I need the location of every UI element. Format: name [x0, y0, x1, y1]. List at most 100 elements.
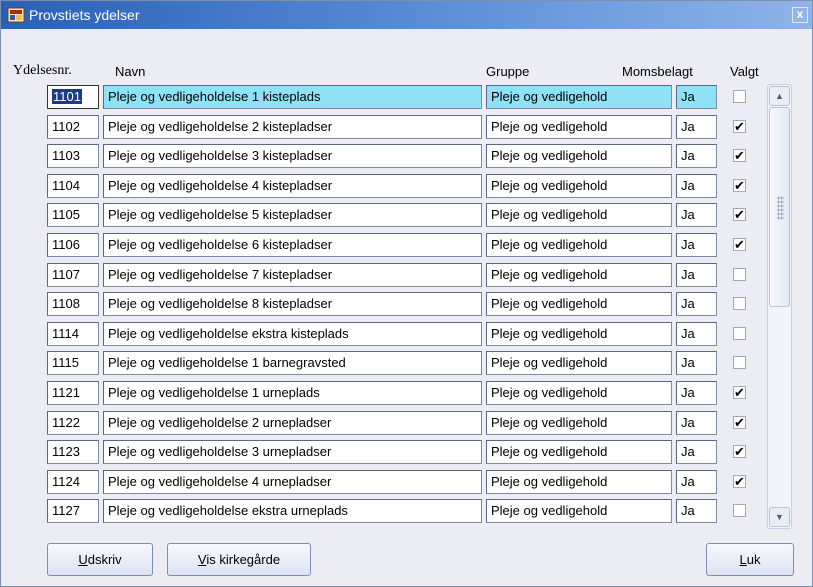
service-number-field[interactable]: 1124 — [47, 469, 99, 494]
vat-field[interactable]: Ja — [676, 499, 717, 524]
service-name-field[interactable]: Pleje og vedligeholdelse 3 kistepladser — [103, 144, 482, 169]
selected-checkbox[interactable]: ✔ — [733, 178, 746, 192]
service-number-field[interactable]: 1105 — [47, 203, 99, 228]
service-group-field[interactable]: Pleje og vedligehold — [486, 262, 672, 287]
service-name-field[interactable]: Pleje og vedligeholdelse 8 kistepladser — [103, 292, 482, 317]
table-row[interactable]: 1122 Pleje og vedligeholdelse 2 urneplads… — [1, 410, 813, 441]
table-row[interactable]: 1114 Pleje og vedligeholdelse ekstra kist… — [1, 321, 813, 352]
service-name-field[interactable]: Pleje og vedligeholdelse 7 kistepladser — [103, 262, 482, 287]
service-group-field[interactable]: Pleje og vedligehold — [486, 233, 672, 257]
scroll-up-arrow-icon[interactable]: ▲ — [769, 86, 790, 106]
selected-checkbox[interactable] — [733, 267, 746, 281]
service-number-field[interactable]: 1122 — [47, 410, 99, 435]
column-header-nr: Ydelsesnr. — [13, 63, 72, 78]
service-number-field[interactable]: 1107 — [47, 262, 99, 287]
service-name-field[interactable]: Pleje og vedligeholdelse ekstra urneplad… — [103, 499, 482, 524]
table-row[interactable]: 1103 Pleje og vedligeholdelse 3 kisteplad… — [1, 144, 813, 174]
table-row[interactable]: 1102 Pleje og vedligeholdelse 2 kisteplad… — [1, 114, 813, 145]
service-number-field[interactable]: 1108 — [47, 292, 99, 317]
service-group-field[interactable]: Pleje og vedligehold — [486, 351, 672, 376]
table-row[interactable]: 1101 Pleje og vedligeholdelse 1 kisteplad… — [1, 85, 813, 115]
vat-field[interactable]: Ja — [676, 203, 717, 228]
vat-field[interactable]: Ja — [676, 351, 717, 376]
service-group-field[interactable]: Pleje og vedligehold — [486, 410, 672, 435]
selected-checkbox[interactable] — [733, 297, 746, 311]
service-group-field[interactable]: Pleje og vedligehold — [486, 499, 672, 524]
service-group-field[interactable]: Pleje og vedligehold — [486, 85, 672, 109]
selected-checkbox[interactable]: ✔ — [733, 474, 746, 488]
table-row[interactable]: 1127 Pleje og vedligeholdelse ekstra urne… — [1, 499, 813, 529]
table-row[interactable]: 1106 Pleje og vedligeholdelse 6 kisteplad… — [1, 233, 813, 263]
vertical-scrollbar[interactable]: ▲ ▼ — [767, 84, 792, 529]
service-number-field[interactable]: 1115 — [47, 351, 99, 376]
close-button[interactable]: Luk — [706, 543, 794, 576]
table-row[interactable]: 1105 Pleje og vedligeholdelse 5 kisteplad… — [1, 203, 813, 233]
service-name-field[interactable]: Pleje og vedligeholdelse 4 kistepladser — [103, 173, 482, 198]
selected-checkbox[interactable]: ✔ — [733, 238, 746, 251]
table-row[interactable]: 1123 Pleje og vedligeholdelse 3 urneplads… — [1, 440, 813, 470]
service-number-field[interactable]: 1114 — [47, 321, 99, 346]
selected-checkbox[interactable]: ✔ — [733, 415, 746, 429]
vat-field[interactable]: Ja — [676, 469, 717, 494]
service-group-field[interactable]: Pleje og vedligehold — [486, 144, 672, 169]
selected-checkbox[interactable]: ✔ — [733, 149, 746, 163]
print-button[interactable]: Udskriv — [47, 543, 153, 576]
selected-checkbox[interactable] — [733, 356, 746, 370]
service-number-field[interactable]: 1101 — [47, 85, 99, 109]
table-row[interactable]: 1121 Pleje og vedligeholdelse 1 urneplads… — [1, 381, 813, 411]
service-number-field[interactable]: 1121 — [47, 381, 99, 405]
service-name-field[interactable]: Pleje og vedligeholdelse 2 urnepladser — [103, 410, 482, 435]
service-name-field[interactable]: Pleje og vedligeholdelse 1 barnegravsted — [103, 351, 482, 376]
vat-field[interactable]: Ja — [676, 173, 717, 198]
table-row[interactable]: 1104 Pleje og vedligeholdelse 4 kisteplad… — [1, 173, 813, 204]
selected-checkbox[interactable]: ✔ — [733, 208, 746, 222]
vat-field[interactable]: Ja — [676, 292, 717, 317]
vat-field[interactable]: Ja — [676, 321, 717, 346]
service-number-field[interactable]: 1103 — [47, 144, 99, 169]
selected-checkbox[interactable]: ✔ — [733, 386, 746, 399]
vat-field[interactable]: Ja — [676, 440, 717, 465]
selected-checkbox[interactable] — [733, 326, 746, 340]
service-group-field[interactable]: Pleje og vedligehold — [486, 469, 672, 494]
scroll-down-arrow-icon[interactable]: ▼ — [769, 507, 790, 527]
table-row[interactable]: 1108 Pleje og vedligeholdelse 8 kisteplad… — [1, 292, 813, 322]
service-group-field[interactable]: Pleje og vedligehold — [486, 321, 672, 346]
service-name-field[interactable]: Pleje og vedligeholdelse 3 urnepladser — [103, 440, 482, 465]
service-group-field[interactable]: Pleje og vedligehold — [486, 173, 672, 198]
service-name-field[interactable]: Pleje og vedligeholdelse 5 kistepladser — [103, 203, 482, 228]
service-number-field[interactable]: 1102 — [47, 114, 99, 139]
selected-checkbox[interactable]: ✔ — [733, 119, 746, 133]
scroll-thumb[interactable] — [769, 107, 790, 307]
title-bar[interactable]: Provstiets ydelser x — [1, 1, 812, 29]
service-name-field[interactable]: Pleje og vedligeholdelse 1 urneplads — [103, 381, 482, 405]
service-number-field[interactable]: 1106 — [47, 233, 99, 257]
service-group-field[interactable]: Pleje og vedligehold — [486, 381, 672, 405]
service-name-field[interactable]: Pleje og vedligeholdelse 6 kistepladser — [103, 233, 482, 257]
service-number-field[interactable]: 1104 — [47, 173, 99, 198]
show-cemeteries-button[interactable]: Vis kirkegårde — [167, 543, 311, 576]
service-name-field[interactable]: Pleje og vedligeholdelse 2 kistepladser — [103, 114, 482, 139]
vat-field[interactable]: Ja — [676, 233, 717, 257]
service-name-field[interactable]: Pleje og vedligeholdelse 4 urnepladser — [103, 469, 482, 494]
vat-field[interactable]: Ja — [676, 410, 717, 435]
selected-checkbox[interactable] — [733, 504, 746, 518]
close-window-button[interactable]: x — [792, 7, 808, 23]
vat-field[interactable]: Ja — [676, 262, 717, 287]
service-group-field[interactable]: Pleje og vedligehold — [486, 114, 672, 139]
service-group-field[interactable]: Pleje og vedligehold — [486, 440, 672, 465]
vat-field[interactable]: Ja — [676, 144, 717, 169]
service-number-field[interactable]: 1123 — [47, 440, 99, 465]
service-name-field[interactable]: Pleje og vedligeholdelse 1 kisteplads — [103, 85, 482, 109]
vat-field[interactable]: Ja — [676, 114, 717, 139]
service-group-field[interactable]: Pleje og vedligehold — [486, 292, 672, 317]
selected-checkbox[interactable]: ✔ — [733, 445, 746, 459]
vat-field[interactable]: Ja — [676, 381, 717, 405]
table-row[interactable]: 1107 Pleje og vedligeholdelse 7 kisteplad… — [1, 262, 813, 293]
service-group-field[interactable]: Pleje og vedligehold — [486, 203, 672, 228]
selected-checkbox[interactable] — [733, 90, 746, 103]
service-name-field[interactable]: Pleje og vedligeholdelse ekstra kistepla… — [103, 321, 482, 346]
vat-field[interactable]: Ja — [676, 85, 717, 109]
table-row[interactable]: 1124 Pleje og vedligeholdelse 4 urneplads… — [1, 469, 813, 500]
table-row[interactable]: 1115 Pleje og vedligeholdelse 1 barnegrav… — [1, 351, 813, 381]
service-number-field[interactable]: 1127 — [47, 499, 99, 524]
